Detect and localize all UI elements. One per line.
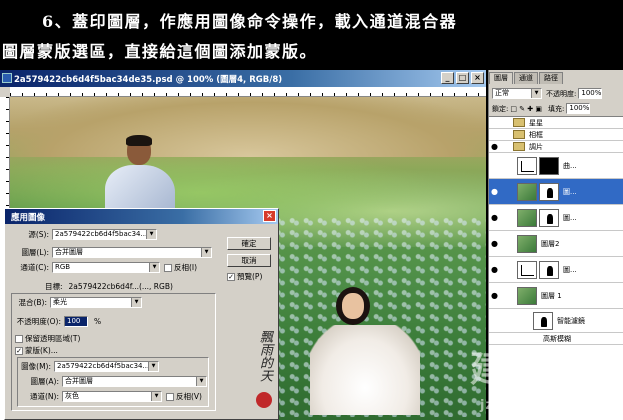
banner-line-2: 圖層蒙版選區，直接給這個圖添加蒙版。 <box>2 42 318 61</box>
panel-opacity-label: 不透明度: <box>546 89 577 98</box>
layer-mask-thumb <box>539 260 559 279</box>
layer-row[interactable]: ● 圖層 1 <box>489 283 623 309</box>
document-title: 2a579422cb6d4f5bac34de35.psd @ 100% (圖層4… <box>14 75 283 85</box>
preserve-transparency-label: 保留透明區域(T) <box>25 334 81 343</box>
eye-icon[interactable]: ● <box>491 239 503 249</box>
smart-filter-mask-thumb <box>533 311 553 330</box>
layer-thumb <box>517 234 537 253</box>
minimize-button[interactable]: _ <box>441 72 454 84</box>
apply-image-dialog: 應用圖像 × 源(S): 2a579422cb6d4f5bac34... ▼ 圖層… <box>4 208 279 420</box>
mask-layer-select[interactable]: 合并圖層 ▼ <box>62 376 207 387</box>
curves-adjust-icon <box>517 260 537 279</box>
dialog-close-button[interactable]: × <box>263 210 276 222</box>
red-seal-stamp <box>256 392 272 408</box>
eye-icon[interactable] <box>491 316 503 326</box>
close-button[interactable]: × <box>471 72 484 84</box>
layer-row[interactable]: ● 調片 <box>489 141 623 153</box>
mask-layer-label: 圖層(A): <box>30 377 59 386</box>
tutorial-banner: 6、蓋印圖層，作應用圖像命令操作，載入通道混合器 圖層蒙版選區，直接給這個圖添加… <box>0 0 623 68</box>
layer-label: 圖層(L): <box>21 248 49 257</box>
tab-paths[interactable]: 路徑 <box>539 72 563 84</box>
mask-channel-label: 通道(N): <box>30 392 59 401</box>
layer-select[interactable]: 合并圖層 ▼ <box>52 247 212 258</box>
layer-row[interactable]: ● 圖... <box>489 257 623 283</box>
site-watermark: 建筑艺 jzxue.com <box>470 340 620 420</box>
layer-row[interactable]: 曲... <box>489 153 623 179</box>
eye-icon[interactable]: ● <box>491 213 503 223</box>
mask-image-select[interactable]: 2a579422cb6d4f5bac34... ▼ <box>54 361 159 372</box>
maximize-button[interactable]: □ <box>456 72 469 84</box>
opacity-label: 不透明度(O): <box>16 317 61 326</box>
lock-label: 鎖定: <box>492 104 509 113</box>
woman-figure <box>300 287 430 417</box>
tab-layers[interactable]: 圖層 <box>489 72 513 84</box>
photoshop-doc-icon <box>2 73 12 83</box>
visibility-toggle[interactable] <box>491 118 503 128</box>
visibility-toggle[interactable] <box>491 130 503 140</box>
folder-icon <box>513 118 525 127</box>
blending-label: 混合(B): <box>18 298 47 307</box>
layer-mask-thumb <box>539 156 559 175</box>
lock-icons[interactable]: □ ✎ ✚ ▣ <box>510 105 542 113</box>
eye-icon[interactable]: ● <box>491 187 503 197</box>
preview-checkbox[interactable]: ✓ <box>227 272 235 281</box>
document-title-bar[interactable]: 2a579422cb6d4f5bac34de35.psd @ 100% (圖層4… <box>0 70 486 87</box>
blending-select[interactable]: 柔光 ▼ <box>50 297 142 308</box>
layer-row[interactable]: 相框 <box>489 129 623 141</box>
preserve-transparency-checkbox[interactable] <box>15 334 23 343</box>
banner-line-1: 6、蓋印圖層，作應用圖像命令操作，載入通道混合器 <box>42 12 458 31</box>
watermark-url: jzxue.com <box>480 398 563 413</box>
invert-checkbox[interactable] <box>164 263 172 272</box>
preview-label: 預覽(P) <box>237 272 263 281</box>
dialog-title: 應用圖像 <box>11 213 46 223</box>
channel-label: 通道(C): <box>20 263 49 272</box>
horizontal-ruler <box>10 87 486 97</box>
eye-icon[interactable]: ● <box>491 265 503 275</box>
mask-image-label: 圖像(M): <box>21 362 51 371</box>
dialog-title-bar[interactable]: 應用圖像 × <box>5 209 278 224</box>
mask-invert-label: 反相(V) <box>176 392 202 401</box>
source-select[interactable]: 2a579422cb6d4f5bac34... ▼ <box>52 229 157 240</box>
fill-label: 填充: <box>548 104 565 113</box>
eye-icon[interactable] <box>491 161 503 171</box>
mask-invert-checkbox[interactable] <box>166 392 174 401</box>
target-label: 目標: <box>45 282 63 291</box>
mask-checkbox[interactable]: ✓ <box>15 346 23 355</box>
mask-channel-select[interactable]: 灰色 ▼ <box>62 391 162 402</box>
curves-adjust-icon <box>517 156 537 175</box>
invert-label: 反相(I) <box>174 263 198 272</box>
opacity-input[interactable]: 100 <box>64 316 88 327</box>
source-label: 源(S): <box>28 230 49 239</box>
layer-thumb <box>517 286 537 305</box>
layer-row[interactable]: 星星 <box>489 117 623 129</box>
folder-icon <box>513 142 525 151</box>
mask-label: 蒙版(K)... <box>25 346 58 355</box>
artist-signature: 飄雨的天 <box>248 330 278 410</box>
layer-row[interactable]: 智能濾鏡 <box>489 309 623 333</box>
panel-opacity-input[interactable]: 100% <box>578 88 603 99</box>
tab-channels[interactable]: 通道 <box>514 72 538 84</box>
channel-select[interactable]: RGB ▼ <box>52 262 160 273</box>
fill-input[interactable]: 100% <box>566 103 591 114</box>
target-value: 2a579422cb6d4f...(..., RGB) <box>68 282 173 291</box>
hillside <box>10 97 486 157</box>
opacity-unit: % <box>94 317 102 326</box>
layer-mask-thumb <box>539 208 559 227</box>
ok-button[interactable]: 確定 <box>227 237 271 250</box>
watermark-logo-text: 建筑艺 <box>470 349 585 390</box>
cancel-button[interactable]: 取消 <box>227 254 271 267</box>
eye-icon[interactable]: ● <box>491 291 503 301</box>
layer-thumb <box>517 182 537 201</box>
signature-text: 飄雨的天 <box>257 330 272 382</box>
layer-thumb <box>517 208 537 227</box>
blend-mode-select[interactable]: 正常 ▼ <box>492 88 542 99</box>
eye-icon[interactable]: ● <box>491 142 503 152</box>
layer-mask-thumb <box>539 182 559 201</box>
layer-row[interactable]: ● 圖層2 <box>489 231 623 257</box>
folder-icon <box>513 130 525 139</box>
layer-row-selected[interactable]: ● 圖... <box>489 179 623 205</box>
layer-row[interactable]: ● 圖... <box>489 205 623 231</box>
